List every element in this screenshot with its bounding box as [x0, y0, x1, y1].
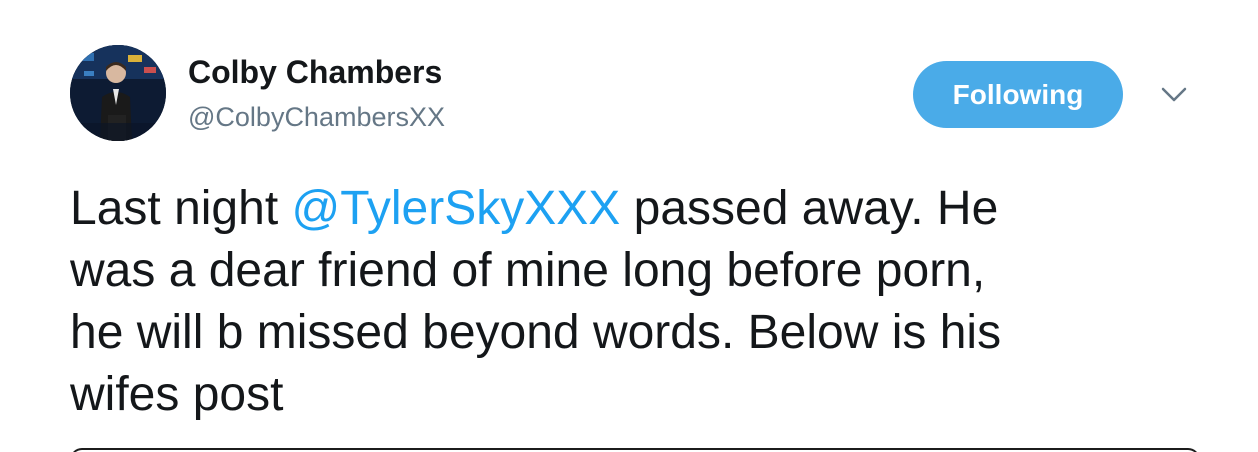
tweet-text-line: wifes post: [70, 368, 284, 421]
tweet-text-line: Last night @TylerSkyXXX passed away. He: [70, 178, 1200, 240]
chevron-down-icon[interactable]: [1156, 80, 1192, 110]
tweet-text: Last night @TylerSkyXXX passed away. He …: [70, 178, 1200, 426]
avatar-photo: [70, 45, 166, 141]
chevron-down-glyph: [1161, 87, 1187, 102]
following-button[interactable]: Following: [913, 61, 1123, 128]
avatar[interactable]: [70, 45, 166, 141]
embedded-media-card[interactable]: [70, 448, 1200, 452]
tweet-text-line: was a dear friend of mine long before po…: [70, 244, 986, 297]
mention-link[interactable]: @TylerSkyXXX: [291, 182, 620, 235]
author-display-name[interactable]: Colby Chambers: [188, 52, 442, 92]
tweet-text-fragment: Last night: [70, 182, 292, 235]
author-handle[interactable]: @ColbyChambersXX: [188, 100, 445, 134]
tweet-text-fragment: passed away. He: [620, 182, 999, 235]
tweet-text-line: he will b missed beyond words. Below is …: [70, 306, 1002, 359]
